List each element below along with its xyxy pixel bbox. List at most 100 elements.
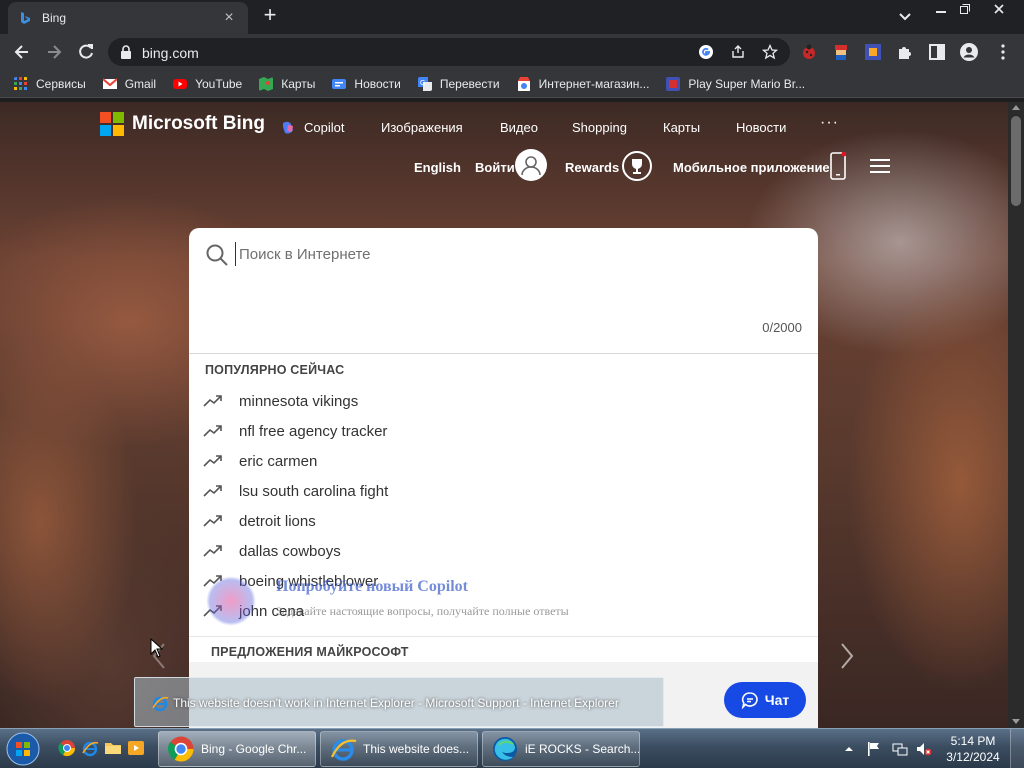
volume-muted-icon[interactable] — [916, 741, 932, 757]
restore-button[interactable] — [950, 0, 980, 18]
scrollbar-thumb[interactable] — [1011, 116, 1021, 206]
extension-mario-icon[interactable] — [832, 43, 850, 61]
trending-item[interactable]: lsu south carolina fight — [189, 476, 818, 506]
rewards-trophy-icon[interactable] — [622, 151, 652, 181]
bookmark-services[interactable]: Сервисы — [14, 76, 86, 91]
trending-item[interactable]: dallas cowboys — [189, 536, 818, 566]
extensions-puzzle-icon[interactable] — [896, 43, 914, 61]
scroll-up-icon[interactable] — [1012, 104, 1020, 112]
news-icon — [332, 78, 347, 89]
close-icon — [994, 4, 1004, 14]
ie-quicklaunch-icon[interactable] — [81, 739, 99, 757]
tray-expand-icon[interactable] — [844, 741, 854, 757]
explorer-folder-icon[interactable] — [104, 739, 122, 757]
nav-video[interactable]: Видео — [500, 120, 538, 135]
bookmark-label: Интернет-магазин... — [538, 76, 650, 91]
sign-in-link[interactable]: Войти — [475, 160, 515, 175]
media-player-icon[interactable] — [127, 739, 145, 757]
translate-icon: G — [417, 76, 432, 91]
bookmark-web-store[interactable]: Интернет-магазин... — [517, 76, 650, 91]
google-lens-icon[interactable] — [698, 44, 714, 60]
nav-news[interactable]: Новости — [736, 120, 786, 135]
language-link[interactable]: English — [414, 160, 461, 175]
bing-page: Microsoft Bing Copilot Изображения Видео… — [0, 102, 1008, 728]
mobile-app-link[interactable]: Мобильное приложение — [673, 160, 830, 175]
action-center-flag-icon[interactable] — [866, 741, 882, 757]
tab-search-chevron-icon[interactable] — [896, 7, 914, 25]
close-window-button[interactable] — [984, 0, 1014, 18]
new-tab-button[interactable]: + — [258, 4, 282, 28]
bookmarks-bar: Сервисы Gmail YouTube Карты Новости G Пе… — [0, 70, 1024, 98]
apps-grid-icon — [14, 76, 27, 90]
share-icon[interactable] — [730, 44, 746, 60]
bookmark-label: Новости — [354, 76, 401, 91]
chat-button[interactable]: Чат — [724, 682, 806, 718]
lock-icon[interactable] — [120, 45, 132, 59]
search-input[interactable] — [235, 242, 795, 266]
minimize-icon — [936, 11, 946, 13]
nav-maps[interactable]: Карты — [663, 120, 700, 135]
user-avatar-icon[interactable] — [515, 149, 547, 181]
copilot-promo-title[interactable]: Попробуйте новый Copilot — [276, 578, 468, 596]
trending-item[interactable]: nfl free agency tracker — [189, 416, 818, 446]
trending-arrow-icon — [203, 395, 222, 407]
chrome-quicklaunch-icon[interactable] — [58, 739, 76, 757]
trophy-icon — [632, 159, 642, 174]
bookmark-label: Сервисы — [36, 76, 86, 91]
trending-item[interactable]: minnesota vikings — [189, 386, 818, 416]
network-icon[interactable] — [892, 741, 908, 757]
rewards-link[interactable]: Rewards — [565, 160, 619, 175]
chrome-menu-kebab-icon[interactable] — [994, 43, 1012, 61]
bookmark-gmail[interactable]: Gmail — [102, 77, 156, 91]
carousel-next-icon[interactable] — [840, 642, 854, 670]
system-clock[interactable]: 5:14 PM 3/12/2024 — [944, 733, 1002, 765]
side-panel-icon[interactable] — [928, 43, 946, 61]
taskbar-button-chrome[interactable]: Bing - Google Chr... — [158, 731, 316, 767]
mobile-phone-icon[interactable] — [830, 152, 846, 180]
windows-start-orb-icon[interactable] — [4, 731, 42, 767]
chat-button-label: Чат — [764, 692, 790, 708]
bookmark-youtube[interactable]: YouTube — [173, 77, 242, 91]
nav-copilot[interactable]: Copilot — [304, 120, 344, 135]
bookmark-maps[interactable]: Карты — [259, 76, 315, 91]
show-desktop-button[interactable] — [1010, 729, 1024, 768]
bookmark-star-icon[interactable] — [762, 44, 778, 60]
trending-item[interactable]: detroit lions — [189, 506, 818, 536]
profile-avatar-icon[interactable] — [960, 43, 978, 61]
tab-title: Bing — [42, 11, 67, 25]
web-store-icon — [517, 76, 530, 91]
url-text[interactable]: bing.com — [142, 45, 199, 61]
bookmark-news[interactable]: Новости — [332, 76, 401, 91]
hamburger-menu-icon[interactable] — [870, 158, 890, 174]
extension-ladybug-icon[interactable] — [800, 43, 818, 61]
bookmark-translate[interactable]: G Перевести — [417, 76, 500, 91]
microsoft-bing-logo[interactable]: Microsoft Bing — [100, 112, 265, 136]
forward-arrow-icon[interactable] — [44, 42, 64, 62]
nav-images[interactable]: Изображения — [381, 120, 463, 135]
trending-item[interactable]: eric carmen — [189, 446, 818, 476]
taskbar-preview-tooltip[interactable]: This website doesn't work in Internet Ex… — [134, 677, 664, 727]
taskbar-button-edge[interactable]: iE ROCKS - Search... — [482, 731, 640, 767]
search-icon[interactable] — [205, 243, 229, 267]
gmail-icon — [102, 77, 117, 89]
trending-section-title: ПОПУЛЯРНО СЕЙЧАС — [205, 363, 345, 377]
bing-logo-text: Microsoft Bing — [132, 113, 265, 134]
tab-close-icon[interactable]: × — [220, 9, 238, 27]
clock-time: 5:14 PM — [950, 734, 996, 748]
page-scrollbar[interactable] — [1008, 102, 1024, 728]
browser-tab-bing[interactable]: Bing × — [8, 2, 248, 34]
address-bar[interactable]: bing.com — [108, 38, 790, 66]
nav-more-button[interactable]: ··· — [820, 114, 839, 132]
browser-tab-bar: Bing × + — [0, 0, 1024, 34]
bookmark-super-mario[interactable]: Play Super Mario Br... — [666, 76, 805, 91]
bing-favicon-icon — [21, 12, 30, 24]
taskbar-button-ie[interactable]: This website does... — [320, 731, 478, 767]
back-arrow-icon[interactable] — [12, 42, 32, 62]
reload-icon[interactable] — [76, 42, 96, 62]
nav-shopping[interactable]: Shopping — [572, 120, 627, 135]
extension-blue-icon[interactable] — [864, 43, 882, 61]
taskbar-button-label: iE ROCKS - Search... — [525, 742, 640, 756]
youtube-icon — [173, 78, 188, 89]
scroll-down-icon[interactable] — [1012, 717, 1020, 725]
svg-text:G: G — [420, 80, 425, 87]
